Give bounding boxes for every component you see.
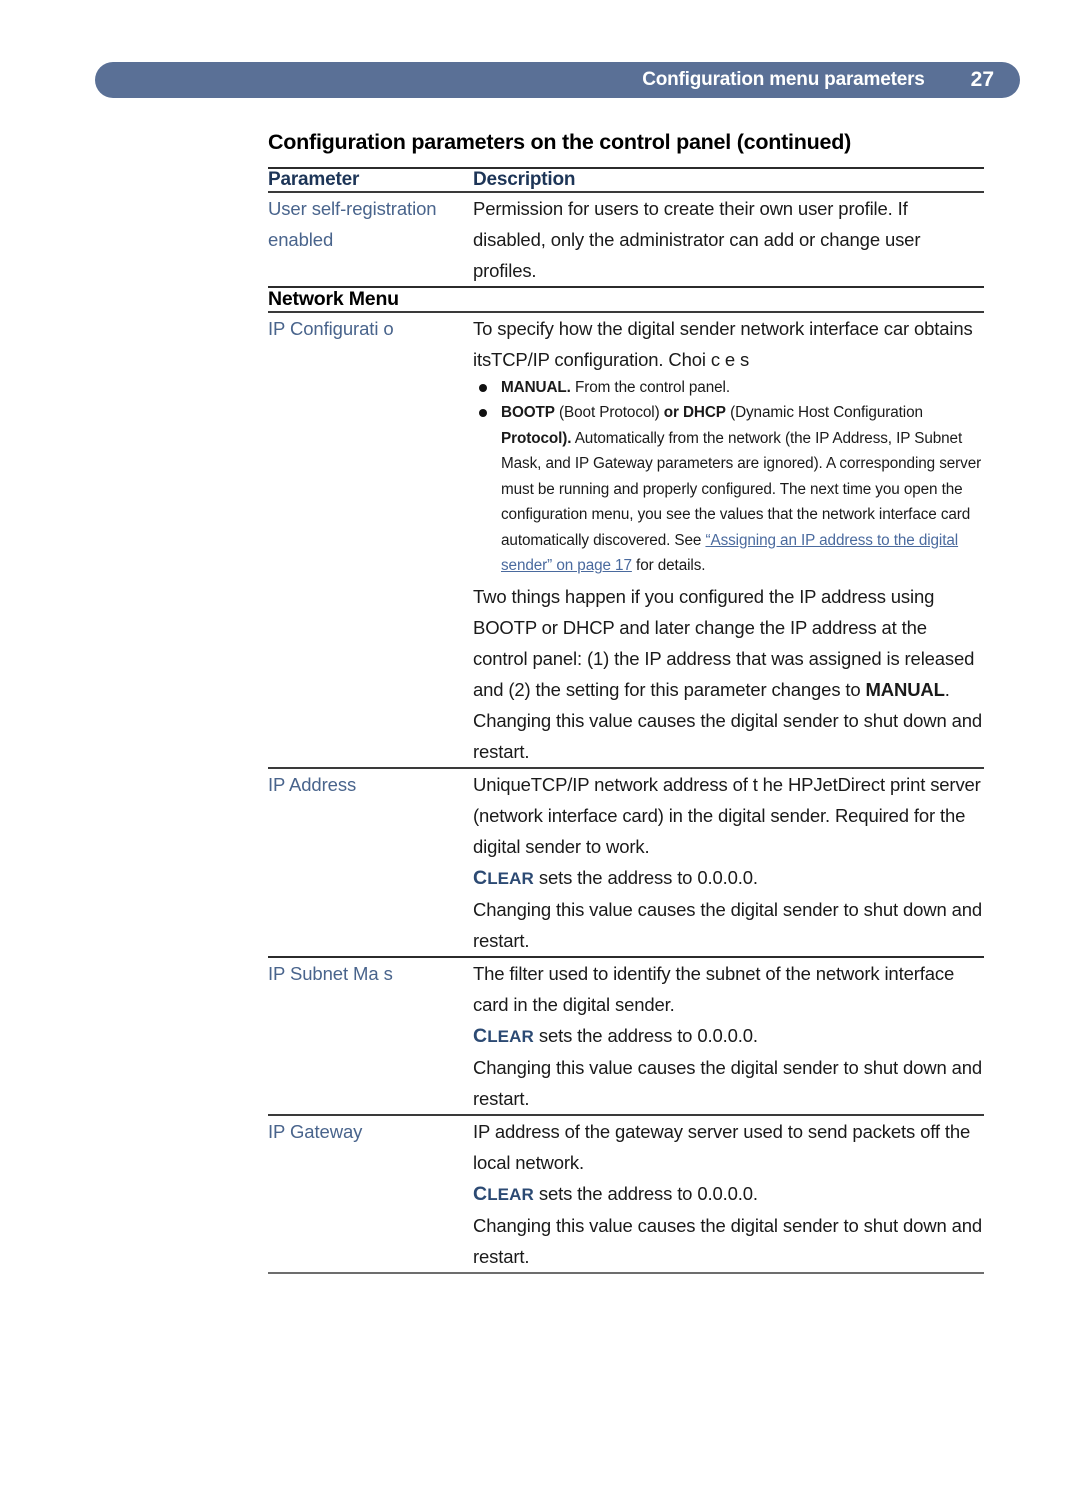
choices-list: MANUAL. From the control panel. BOOTP (B… (473, 375, 984, 579)
emphasis-text: BOOTP (501, 404, 555, 422)
description-paragraph: CLEAR sets the address to 0.0.0.0. (473, 866, 758, 889)
rule (268, 1271, 984, 1274)
bullet-lead: MANUAL. (501, 378, 571, 396)
list-item: BOOTP (Boot Protocol) or DHCP (Dynamic H… (473, 400, 984, 579)
parameter-description: To specify how the digital sender networ… (473, 313, 984, 767)
page-content: Configuration parameters on the control … (268, 130, 984, 1274)
clear-keyword: CLEAR (473, 1024, 534, 1047)
emphasis-text: MANUAL (865, 678, 945, 700)
parameter-name: IP Gateway (268, 1120, 363, 1142)
table-section-heading-row: Network Menu (268, 288, 984, 311)
description-paragraph: Changing this value causes the digital s… (473, 898, 983, 951)
table-row: IP Configurati o To specify how the digi… (268, 313, 984, 767)
bullet-icon (479, 383, 487, 392)
page-title: Configuration parameters on the control … (268, 130, 851, 154)
parameters-table: Parameter Description User self-registra… (268, 169, 984, 1274)
bullet-text: From the control panel. (570, 378, 730, 396)
emphasis-text: Protocol). (501, 429, 572, 447)
parameter-name: IP Subnet Ma s (268, 962, 393, 984)
table-header-row: Parameter Description (268, 169, 984, 191)
bullet-icon (479, 409, 487, 418)
clear-keyword: CLEAR (473, 866, 534, 889)
parameter-description: The filter used to identify the subnet o… (473, 958, 984, 1114)
parameter-name: IP Configurati o (268, 317, 394, 339)
section-heading-network-menu: Network Menu (268, 287, 399, 310)
description-intro: To specify how the digital sender networ… (473, 317, 973, 370)
description-paragraph: IP address of the gateway server used to… (473, 1120, 971, 1173)
description-paragraph: CLEAR sets the address to 0.0.0.0. (473, 1182, 758, 1205)
description-paragraph: UniqueTCP/IP network address of t he HPJ… (473, 773, 981, 857)
parameter-name: User self-registration enabled (268, 197, 437, 250)
cross-reference-link[interactable]: “Assigning an IP address to the digital … (501, 532, 958, 575)
table-row: IP Address UniqueTCP/IP network address … (268, 769, 984, 956)
table-row: User self-registration enabled Permissio… (268, 193, 984, 286)
list-item: MANUAL. From the control panel. (473, 375, 984, 401)
parameter-name: IP Address (268, 773, 357, 795)
column-header-parameter: Parameter (268, 168, 360, 190)
parameter-description: Permission for users to create their own… (473, 197, 921, 281)
running-header: Configuration menu parameters 27 (95, 62, 1020, 98)
bullet-rich-text: BOOTP (Boot Protocol) or DHCP (Dynamic H… (501, 404, 982, 575)
column-header-description: Description (473, 168, 576, 190)
clear-keyword: CLEAR (473, 1182, 534, 1205)
description-paragraph: Changing this value causes the digital s… (473, 1214, 983, 1267)
table-row: IP Gateway IP address of the gateway ser… (268, 1116, 984, 1272)
parameter-description: UniqueTCP/IP network address of t he HPJ… (473, 769, 984, 956)
parameter-description: IP address of the gateway server used to… (473, 1116, 984, 1272)
description-paragraph: Changing this value causes the digital s… (473, 709, 983, 762)
running-header-title: Configuration menu parameters (642, 69, 925, 90)
description-paragraph: CLEAR sets the address to 0.0.0.0. (473, 1024, 758, 1047)
emphasis-text: or DHCP (663, 404, 726, 422)
page-number: 27 (970, 68, 994, 91)
description-paragraph: Two things happen if you configured the … (473, 585, 975, 700)
description-paragraph: The filter used to identify the subnet o… (473, 962, 955, 1015)
description-paragraph: Changing this value causes the digital s… (473, 1056, 983, 1109)
table-row: IP Subnet Ma s The filter used to identi… (268, 958, 984, 1114)
